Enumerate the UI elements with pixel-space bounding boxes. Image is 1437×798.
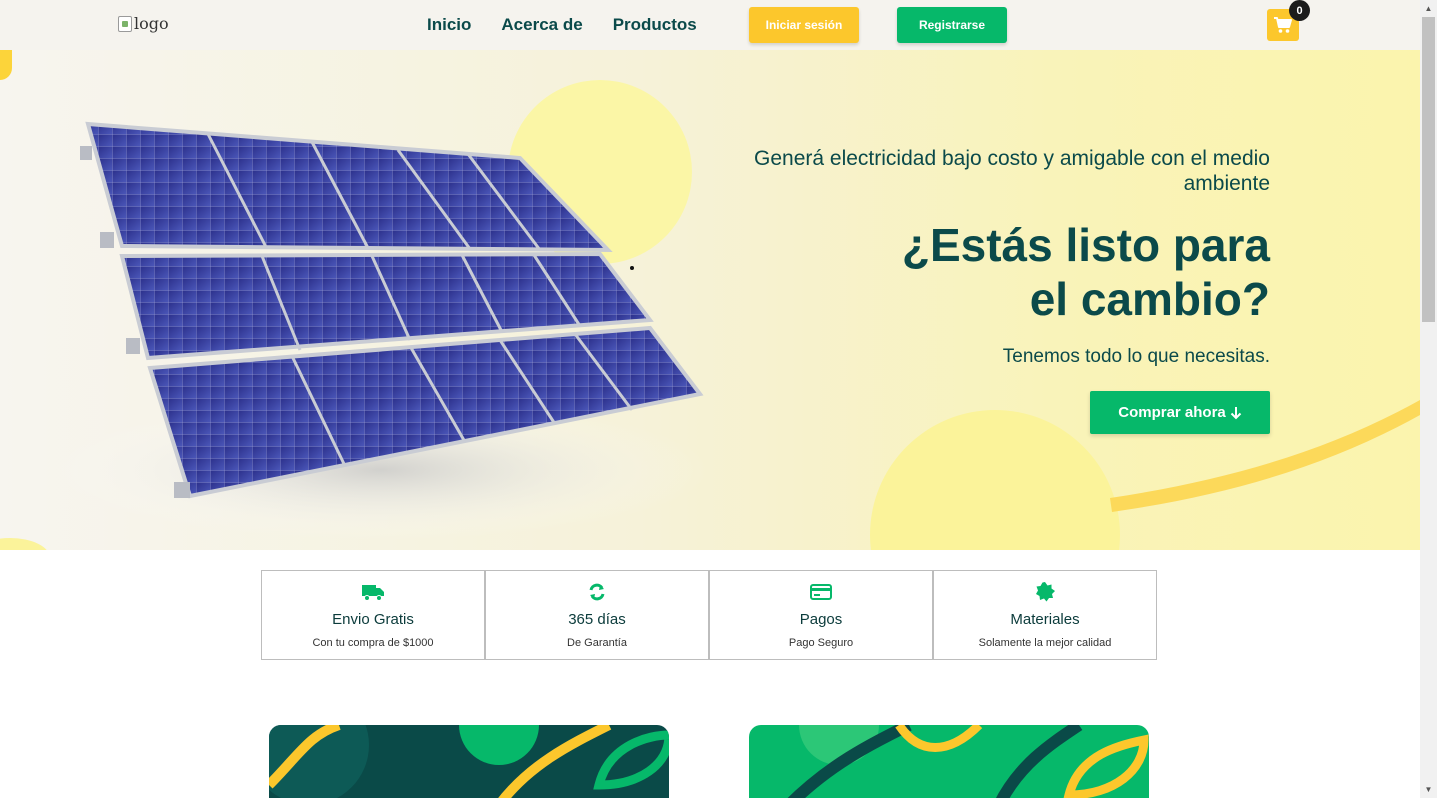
navbar: logo Inicio Acerca de Productos Iniciar …	[0, 0, 1420, 50]
feature-materials: Materiales Solamente la mejor calidad	[933, 570, 1157, 660]
buy-now-button[interactable]: Comprar ahora	[1090, 391, 1270, 434]
feature-title: Pagos	[799, 611, 843, 628]
broken-image-icon	[118, 15, 132, 32]
buy-now-label: Comprar ahora	[1118, 404, 1226, 421]
hero-subtitle: Generá electricidad bajo costo y amigabl…	[754, 147, 1270, 195]
feature-desc: De Garantía	[567, 637, 627, 649]
feature-warranty: 365 días De Garantía	[485, 570, 709, 660]
feature-desc: Pago Seguro	[788, 637, 854, 649]
card-pattern	[269, 725, 669, 798]
promo-card-dark[interactable]	[269, 725, 669, 798]
hero-title-line: ¿Estás listo para	[901, 219, 1270, 271]
feature-payments: Pagos Pago Seguro	[709, 570, 933, 660]
main-menu: Inicio Acerca de Productos	[427, 15, 697, 35]
feature-title: Envio Gratis	[332, 611, 414, 628]
feature-title: Materiales	[1010, 611, 1080, 628]
scroll-up-arrow-icon[interactable]: ▲	[1420, 0, 1437, 17]
feature-desc: Con tu compra de $1000	[312, 637, 434, 649]
menu-item-productos[interactable]: Productos	[613, 15, 697, 35]
hero-title-line: el cambio?	[1029, 273, 1270, 325]
hero-title: ¿Estás listo para el cambio?	[750, 218, 1270, 326]
scroll-down-arrow-icon[interactable]: ▼	[1420, 781, 1437, 798]
badge-icon	[1033, 581, 1057, 603]
card-pattern	[787, 725, 1149, 798]
arrow-down-icon	[1230, 406, 1241, 419]
shopping-cart-icon	[1274, 17, 1292, 33]
feature-free-shipping: Envio Gratis Con tu compra de $1000	[261, 570, 485, 660]
truck-icon	[361, 581, 385, 603]
recycle-icon	[585, 581, 609, 603]
menu-item-acerca[interactable]: Acerca de	[501, 15, 582, 35]
features-strip: Envio Gratis Con tu compra de $1000 365 …	[261, 570, 1157, 660]
credit-card-icon	[809, 581, 833, 603]
scrollbar-thumb[interactable]	[1422, 17, 1435, 322]
menu-item-inicio[interactable]: Inicio	[427, 15, 471, 35]
hero-text: Tenemos todo lo que necesitas.	[1002, 346, 1270, 367]
promo-card-green[interactable]	[749, 725, 1149, 798]
solar-panel-row-top	[85, 121, 613, 253]
feature-desc: Solamente la mejor calidad	[978, 637, 1112, 649]
register-button[interactable]: Registrarse	[897, 7, 1007, 43]
feature-title: 365 días	[568, 611, 626, 628]
logo[interactable]: logo	[118, 14, 169, 33]
logo-alt-text: logo	[134, 14, 169, 33]
hero-section: Generá electricidad bajo costo y amigabl…	[0, 50, 1420, 550]
cart-count-badge: 0	[1289, 0, 1310, 21]
login-button[interactable]: Iniciar sesión	[749, 7, 859, 43]
